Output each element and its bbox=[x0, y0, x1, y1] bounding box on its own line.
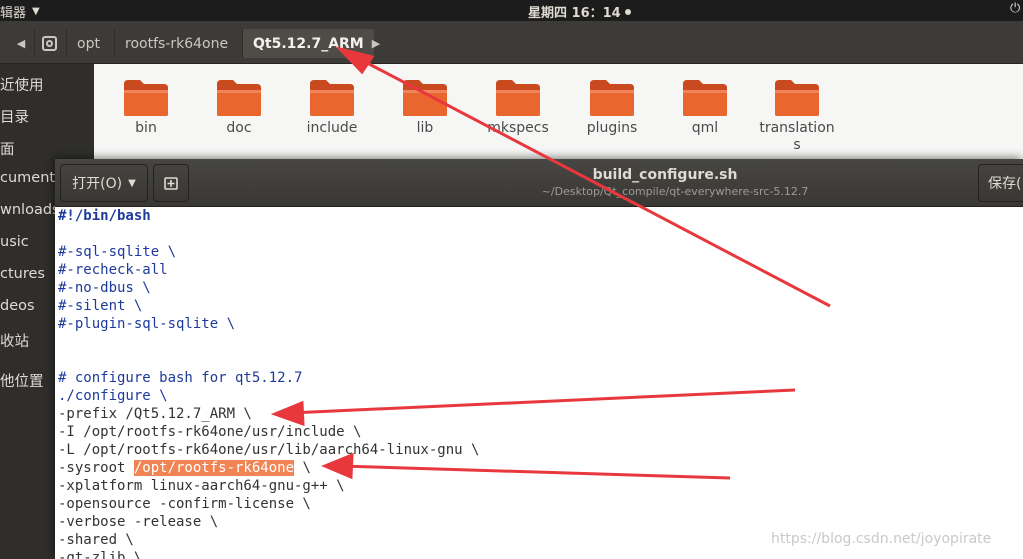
folder-icon bbox=[683, 80, 727, 116]
folder-icon bbox=[124, 80, 168, 116]
code-line: -opensource -confirm-license \ bbox=[58, 496, 311, 512]
document-title: build_configure.sh bbox=[592, 167, 738, 183]
save-button[interactable]: 保存( bbox=[978, 164, 1023, 202]
chevron-down-icon: ▼ bbox=[128, 177, 136, 189]
folder-icon bbox=[775, 80, 819, 116]
code-line: #-recheck-all bbox=[58, 262, 168, 278]
crumb-disk-icon[interactable] bbox=[34, 29, 64, 58]
code-text: \ bbox=[294, 460, 311, 476]
chevron-down-icon: ▼ bbox=[32, 6, 40, 17]
code-editor[interactable]: #!/bin/bash #-sql-sqlite \ #-recheck-all… bbox=[55, 207, 1023, 559]
sidebar-item-trash[interactable]: 收站 bbox=[0, 330, 29, 351]
folder-include[interactable]: include bbox=[292, 76, 372, 137]
folder-icon bbox=[403, 80, 447, 116]
watermark: https://blog.csdn.net/joyopirate bbox=[771, 531, 992, 547]
forward-arrow-icon[interactable]: ▶ bbox=[366, 30, 386, 56]
clock-label: 星期四 16：14 bbox=[528, 6, 621, 21]
folder-label: plugins bbox=[586, 120, 638, 136]
sidebar-item-desktop[interactable]: 面 bbox=[0, 138, 15, 159]
code-line: -shared \ bbox=[58, 532, 134, 548]
sidebar-item-pictures[interactable]: ctures bbox=[0, 266, 45, 282]
code-line: -prefix /Qt5.12.7_ARM \ bbox=[58, 406, 252, 422]
folder-label: translations bbox=[759, 120, 835, 153]
code-line: ./configure \ bbox=[58, 388, 168, 404]
code-line: -L /opt/rootfs-rk64one/usr/lib/aarch64-l… bbox=[58, 442, 480, 458]
path-bar: ◀ opt rootfs-rk64one Qt5.12.7_ARM ▶ bbox=[0, 21, 1023, 64]
gedit-headerbar: 打开(O) ▼ build_configure.sh ~/Desktop/Qt_… bbox=[55, 159, 1023, 207]
code-line: #-no-dbus \ bbox=[58, 280, 151, 296]
folder-label: bin bbox=[135, 120, 157, 136]
sidebar-item-recent[interactable]: 近使用 bbox=[0, 74, 44, 95]
crumb-opt[interactable]: opt bbox=[66, 29, 110, 58]
crumb-qt-arm[interactable]: Qt5.12.7_ARM bbox=[242, 29, 374, 58]
code-line: # configure bash for qt5.12.7 bbox=[58, 370, 303, 386]
folder-mkspecs[interactable]: mkspecs bbox=[478, 76, 558, 137]
back-arrow-icon[interactable]: ◀ bbox=[10, 30, 32, 56]
notification-dot-icon bbox=[624, 8, 631, 15]
sidebar-item-videos[interactable]: deos bbox=[0, 298, 35, 314]
folder-icon bbox=[590, 80, 634, 116]
sidebar-item-music[interactable]: usic bbox=[0, 234, 29, 250]
folder-label: doc bbox=[226, 120, 252, 136]
selected-text: /opt/rootfs-rk64one bbox=[133, 460, 295, 476]
folder-plugins[interactable]: plugins bbox=[572, 76, 652, 137]
code-line: #-silent \ bbox=[58, 298, 143, 314]
folder-icon bbox=[496, 80, 540, 116]
folder-qml[interactable]: qml bbox=[665, 76, 745, 137]
folder-label: include bbox=[306, 120, 358, 136]
clock[interactable]: 星期四 16：14 bbox=[528, 2, 631, 21]
folder-bin[interactable]: bin bbox=[106, 76, 186, 137]
folder-lib[interactable]: lib bbox=[385, 76, 465, 137]
power-icon[interactable]: ⏻ bbox=[1010, 1, 1020, 16]
code-line: #!/bin/bash bbox=[58, 208, 151, 224]
app-menu[interactable]: 辑器 ▼ bbox=[0, 2, 40, 21]
folder-icon bbox=[310, 80, 354, 116]
document-path: ~/Desktop/Qt_compile/qt-everywhere-src-5… bbox=[541, 185, 809, 198]
gedit-window: 打开(O) ▼ build_configure.sh ~/Desktop/Qt_… bbox=[55, 159, 1023, 559]
code-line: -xplatform linux-aarch64-gnu-g++ \ bbox=[58, 478, 345, 494]
code-line: #-sql-sqlite \ bbox=[58, 244, 177, 260]
folder-translations[interactable]: translations bbox=[757, 76, 837, 154]
top-panel: 辑器 ▼ 星期四 16：14 ⏻ bbox=[0, 0, 1023, 21]
code-text: -sysroot bbox=[58, 460, 134, 476]
folder-label: lib bbox=[416, 120, 434, 136]
screen: 辑器 ▼ 星期四 16：14 ⏻ ◀ opt rootfs-rk64one Qt… bbox=[0, 0, 1023, 559]
code-line-sysroot: -sysroot /opt/rootfs-rk64one \ bbox=[58, 459, 311, 477]
sidebar-item-home[interactable]: 目录 bbox=[0, 106, 29, 127]
folder-icon bbox=[217, 80, 261, 116]
code-line: -verbose -release \ bbox=[58, 514, 219, 530]
folder-label: qml bbox=[691, 120, 719, 136]
folder-grid: bin doc include lib mkspecs plugins qml … bbox=[94, 64, 1023, 164]
folder-doc[interactable]: doc bbox=[199, 76, 279, 137]
sidebar-item-documents[interactable]: cuments bbox=[0, 170, 63, 186]
code-line: #-plugin-sql-sqlite \ bbox=[58, 316, 236, 332]
new-document-icon bbox=[164, 177, 178, 190]
code-line: -I /opt/rootfs-rk64one/usr/include \ bbox=[58, 424, 362, 440]
open-button[interactable]: 打开(O) ▼ bbox=[60, 164, 148, 202]
folder-label: mkspecs bbox=[487, 120, 549, 136]
new-document-button[interactable] bbox=[153, 164, 189, 202]
open-button-label: 打开(O) bbox=[72, 176, 123, 192]
sidebar-item-downloads[interactable]: wnloads bbox=[0, 202, 60, 218]
code-line: -qt-zlib \ bbox=[58, 550, 143, 559]
crumb-rootfs[interactable]: rootfs-rk64one bbox=[114, 29, 238, 58]
sidebar-item-other-locations[interactable]: 他位置 bbox=[0, 370, 44, 391]
app-menu-label: 辑器 bbox=[0, 6, 27, 21]
